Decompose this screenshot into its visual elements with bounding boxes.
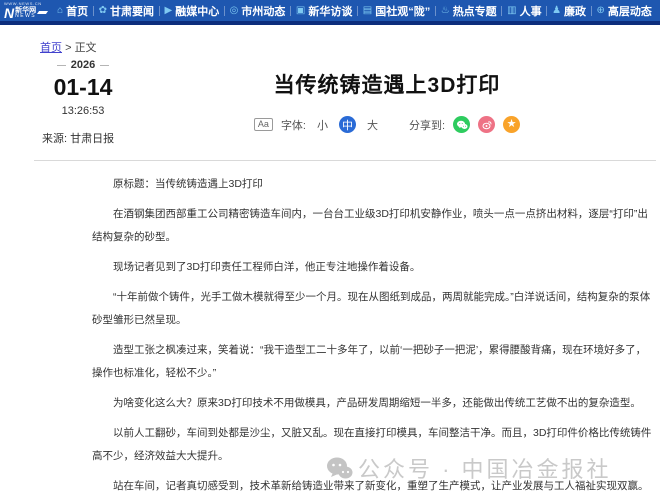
interview-icon: ▣ (296, 6, 305, 16)
nav-item-gansu-news[interactable]: ✿ 甘肃要闻 (99, 3, 154, 19)
nav-item-label: 廉政 (564, 3, 586, 19)
watermark-text: 公众号 · 中国冶金报社 (358, 452, 612, 484)
paragraph: 造型工张之枫凑过来，笑着说：“我干造型工二十多年了，以前‘一把砂子一把泥’，累得… (92, 339, 652, 385)
nav-item-label: 市州动态 (241, 3, 285, 19)
article-body: 原标题：当传统铸造遇上3D打印 在酒钢集团西部重工公司精密铸造车间内，一台台工业… (92, 173, 652, 500)
nav-items: ⌂ 首页 ✿ 甘肃要闻 ▶ 融媒中心 ◎ 市州动态 ▣ 新华访谈 (57, 3, 652, 19)
nav-divider (159, 6, 160, 16)
breadcrumb-current: 正文 (75, 42, 97, 54)
year-text: 2026 (71, 59, 95, 71)
font-size-large-button[interactable]: 大 (364, 117, 381, 133)
paragraph-original-title: 原标题：当传统铸造遇上3D打印 (92, 173, 652, 196)
nav-item-city-updates[interactable]: ◎ 市州动态 (230, 3, 286, 19)
location-pin-icon: ◎ (230, 6, 239, 16)
nav-divider (546, 6, 547, 16)
paragraph: 在酒钢集团西部重工公司精密铸造车间内，一台台工业级3D打印机安静作业，喷头一点一… (92, 203, 652, 249)
screen-icon: ▤ (363, 6, 372, 16)
circle-arrow-icon: ⊕ (597, 6, 605, 16)
logo-en-text: NEWS (15, 14, 36, 19)
breadcrumb: 首页 > 正文 (40, 39, 660, 55)
breadcrumb-separator: > (65, 42, 71, 54)
nav-item-media-center[interactable]: ▶ 融媒中心 (165, 3, 220, 19)
star-icon: ★ (507, 119, 517, 130)
year-dash-left (57, 65, 66, 66)
paragraph: “十年前做个铸件，光手工做木模就得至少一个月。现在从图纸到成品，两周就能完成。”… (92, 286, 652, 332)
paragraph: 为啥变化这么大？原来3D打印技术不用做模具，产品研发周期缩短一半多，还能做出传统… (92, 392, 652, 415)
share-label: 分享到: (409, 117, 445, 133)
nav-divider (290, 6, 291, 16)
xinhuanet-logo[interactable]: WWW.NEWS.CN N 新华网 NEWS (4, 2, 47, 20)
breadcrumb-home-link[interactable]: 首页 (40, 42, 62, 54)
nav-item-guoshe-long[interactable]: ▤ 国社观“陇” (363, 3, 430, 19)
logo-n: N (4, 6, 14, 20)
nav-divider (591, 6, 592, 16)
font-size-icon: Aa (254, 118, 273, 132)
nav-divider (435, 6, 436, 16)
nav-item-label: 高层动态 (608, 3, 652, 19)
font-size-medium-button[interactable]: 中 (339, 116, 356, 133)
header-divider (34, 160, 656, 161)
play-icon: ▶ (165, 6, 173, 16)
nav-item-home[interactable]: ⌂ 首页 (57, 3, 88, 19)
nav-item-label: 首页 (66, 3, 88, 19)
nav-item-label: 融媒中心 (175, 3, 219, 19)
nav-item-hot-topics[interactable]: ♨ 热点专题 (441, 3, 497, 19)
wechat-icon (456, 119, 468, 131)
home-icon: ⌂ (57, 6, 63, 16)
person-badge-icon: ♟ (552, 6, 561, 16)
article-controls: Aa 字体: 小 中 大 分享到: (124, 116, 650, 133)
flower-icon: ✿ (99, 6, 107, 16)
meta-time: 13:26:53 (42, 105, 124, 117)
person-icon: ♨ (441, 6, 450, 16)
wechat-watermark: 公众号 · 中国冶金报社 (326, 452, 612, 484)
nav-item-integrity[interactable]: ♟ 廉政 (552, 3, 586, 19)
page-title: 当传统铸造遇上3D打印 (124, 69, 650, 99)
article-meta: 2026 01-14 13:26:53 来源: 甘肃日报 (42, 59, 124, 146)
nav-item-personnel[interactable]: ▥ 人事 (507, 3, 541, 19)
font-size-small-button[interactable]: 小 (314, 117, 331, 133)
meta-source: 来源: 甘肃日报 (42, 130, 124, 146)
article-header: 2026 01-14 13:26:53 来源: 甘肃日报 当传统铸造遇上3D打印… (0, 59, 660, 146)
weibo-share-button[interactable] (478, 116, 495, 133)
year-dash-right (100, 65, 109, 66)
page: WWW.NEWS.CN N 新华网 NEWS ⌂ 首页 ✿ 甘肃要闻 (0, 0, 660, 500)
logo-swoosh (37, 11, 48, 14)
nav-divider (93, 6, 94, 16)
article-title-block: 当传统铸造遇上3D打印 Aa 字体: 小 中 大 分享到: (124, 59, 650, 146)
logo-top-text: WWW.NEWS.CN (4, 2, 47, 6)
nav-item-label: 热点专题 (453, 3, 497, 19)
nav-divider (224, 6, 225, 16)
weibo-icon (481, 119, 493, 131)
nav-divider (357, 6, 358, 16)
nav-item-xinhua-interview[interactable]: ▣ 新华访谈 (296, 3, 352, 19)
paragraph: 现场记者见到了3D打印责任工程师白洋，他正专注地操作着设备。 (92, 256, 652, 279)
qzone-share-button[interactable]: ★ (503, 116, 520, 133)
nav-item-label: 新华访谈 (308, 3, 352, 19)
navbar-bottom-stripe (0, 21, 660, 25)
top-navbar: WWW.NEWS.CN N 新华网 NEWS ⌂ 首页 ✿ 甘肃要闻 (0, 0, 660, 21)
nav-item-leadership-updates[interactable]: ⊕ 高层动态 (597, 3, 652, 19)
wechat-share-button[interactable] (453, 116, 470, 133)
meta-date: 01-14 (42, 74, 124, 101)
nav-item-label: 国社观“陇” (375, 3, 430, 19)
nav-divider (501, 6, 502, 16)
briefcase-icon: ▥ (507, 6, 516, 16)
wechat-gray-icon (326, 456, 353, 481)
meta-year: 2026 (42, 59, 124, 71)
nav-item-label: 人事 (520, 3, 542, 19)
nav-item-label: 甘肃要闻 (110, 3, 154, 19)
font-label: 字体: (281, 117, 306, 133)
